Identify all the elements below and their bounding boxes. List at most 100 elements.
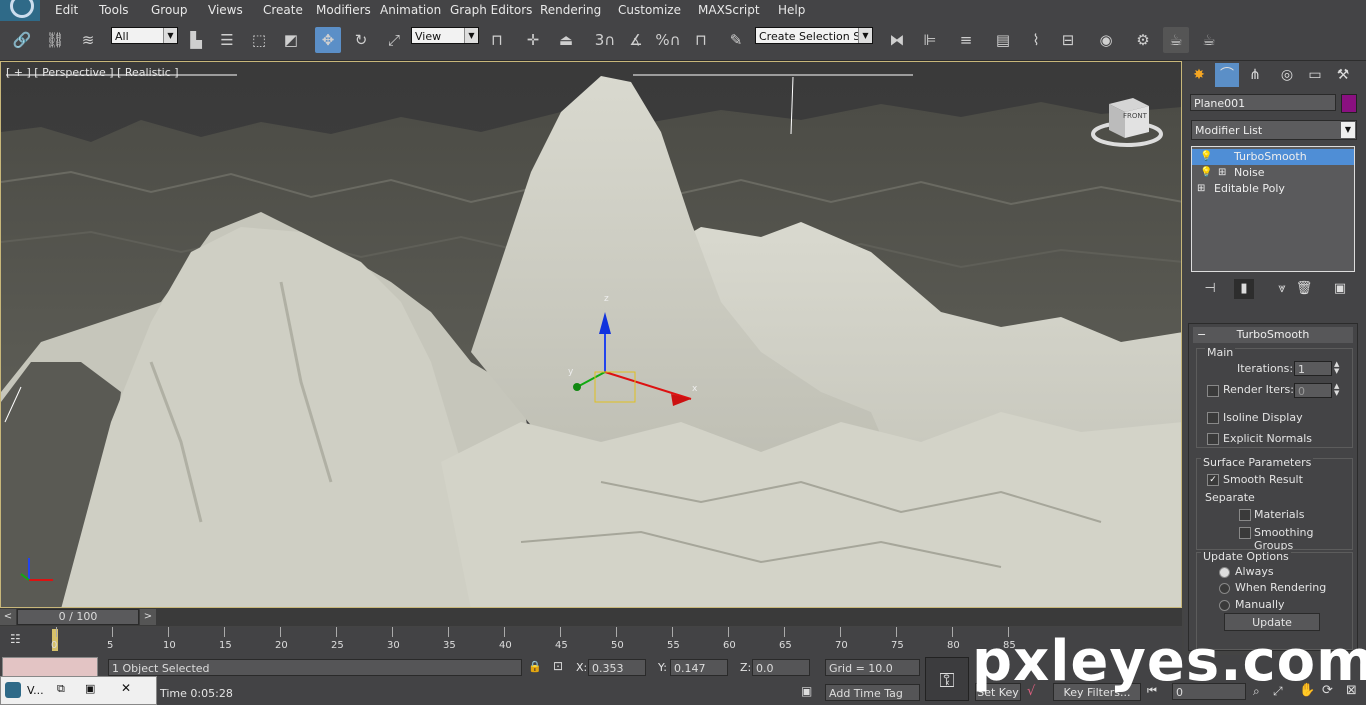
mirror-icon[interactable]: ⧓	[884, 27, 910, 53]
stack-item-editable-poly[interactable]: ⊞ Editable Poly	[1192, 181, 1354, 197]
menu-modifiers[interactable]: Modifiers	[316, 3, 371, 17]
select-by-name-icon[interactable]: ☰	[214, 27, 240, 53]
rectangular-selection-icon[interactable]: ⬚	[246, 27, 272, 53]
render-iters-spinner[interactable]: 0	[1294, 383, 1332, 398]
separate-materials-checkbox[interactable]	[1239, 509, 1251, 521]
menu-create[interactable]: Create	[263, 3, 303, 17]
selection-lock-icon[interactable]: 🔒	[528, 660, 542, 673]
x-coord-field[interactable]: 0.353	[588, 659, 646, 676]
iterations-spinner[interactable]: 1	[1294, 361, 1332, 376]
menu-edit[interactable]: Edit	[55, 3, 78, 17]
menu-help[interactable]: Help	[778, 3, 805, 17]
smooth-result-checkbox[interactable]: ✓	[1207, 474, 1219, 486]
object-color-swatch[interactable]	[1341, 94, 1357, 113]
reference-coordinate-select[interactable]: View ▼	[411, 27, 479, 44]
keyboard-shortcut-override-icon[interactable]: ⏏	[553, 27, 579, 53]
select-and-scale-icon[interactable]: ⤢	[381, 27, 407, 53]
edit-named-selection-icon[interactable]: ✎	[723, 27, 749, 53]
render-iters-checkbox[interactable]	[1207, 385, 1219, 397]
time-slider-thumb[interactable]: 0 / 100	[17, 609, 139, 625]
time-tag-icon[interactable]: ▣	[801, 684, 812, 698]
angle-snap-icon[interactable]: ∡	[623, 27, 649, 53]
close-icon[interactable]: ✕	[121, 681, 131, 695]
window-crossing-icon[interactable]: ◩	[278, 27, 304, 53]
menu-tools[interactable]: Tools	[99, 3, 129, 17]
update-when-rendering-radio[interactable]	[1219, 583, 1230, 594]
lightbulb-icon[interactable]: 💡	[1200, 165, 1212, 181]
spinner-snap-icon[interactable]: ⊓	[688, 27, 714, 53]
render-setup-icon[interactable]: ⚙	[1130, 27, 1156, 53]
lightbulb-icon[interactable]: 💡	[1200, 149, 1212, 165]
pivot-center-icon[interactable]: ⊓	[484, 27, 510, 53]
menu-rendering[interactable]: Rendering	[540, 3, 601, 17]
selection-filter-select[interactable]: All ▼	[111, 27, 178, 44]
show-end-result-icon[interactable]: ▮	[1234, 279, 1254, 299]
snaps-toggle-icon[interactable]: 3∩	[592, 27, 618, 53]
display-tab-icon[interactable]: ▭	[1303, 63, 1327, 87]
hierarchy-tab-icon[interactable]: ⋔	[1243, 63, 1267, 87]
menu-customize[interactable]: Customize	[618, 3, 681, 17]
time-slider-prev-button[interactable]: <	[0, 609, 16, 625]
motion-tab-icon[interactable]: ◎	[1275, 63, 1299, 87]
modify-tab-icon[interactable]: ⌒	[1215, 63, 1239, 87]
update-always-radio[interactable]	[1219, 567, 1230, 578]
viewport-label[interactable]: [ + ] [ Perspective ] [ Realistic ]	[6, 66, 179, 79]
pin-stack-icon[interactable]: ⊣	[1200, 279, 1220, 299]
separate-smoothing-groups-checkbox[interactable]	[1239, 527, 1251, 539]
percent-snap-icon[interactable]: %∩	[655, 27, 681, 53]
menu-group[interactable]: Group	[151, 3, 188, 17]
spinner-arrows-icon[interactable]: ▲ ▼	[1334, 383, 1339, 397]
menu-maxscript[interactable]: MAXScript	[698, 3, 760, 17]
configure-modifier-sets-icon[interactable]: ▣	[1330, 279, 1350, 299]
menu-animation[interactable]: Animation	[380, 3, 441, 17]
spinner-arrows-icon[interactable]: ▲ ▼	[1334, 361, 1339, 375]
perspective-viewport[interactable]: [ + ] [ Perspective ] [ Realistic ] FRON…	[0, 61, 1182, 608]
add-time-tag-field[interactable]: Add Time Tag	[825, 684, 920, 701]
maximize-icon[interactable]: ▣	[85, 682, 95, 695]
restore-icon[interactable]: ⧉	[57, 682, 65, 696]
select-and-link-icon[interactable]: 🔗	[9, 27, 35, 53]
schematic-view-icon[interactable]: ⊟	[1055, 27, 1081, 53]
named-selection-sets-select[interactable]: Create Selection Se ▼	[755, 27, 873, 44]
mini-curve-editor-icon[interactable]: ☷	[10, 632, 30, 648]
snaps-value: 3	[594, 31, 605, 49]
remove-modifier-icon[interactable]: 🗑	[1294, 279, 1314, 299]
align-icon[interactable]: ⊫	[917, 27, 943, 53]
application-button[interactable]	[0, 0, 40, 21]
create-tab-icon[interactable]: ✸	[1187, 63, 1211, 87]
layer-manager-icon[interactable]: ≡	[953, 27, 979, 53]
maxscript-listener-mini[interactable]	[2, 657, 98, 677]
update-manually-radio[interactable]	[1219, 600, 1230, 611]
material-editor-icon[interactable]: ◉	[1093, 27, 1119, 53]
graphite-ribbon-icon[interactable]: ▤	[990, 27, 1016, 53]
rendered-frame-window-icon[interactable]: ☕	[1163, 27, 1189, 53]
make-unique-icon[interactable]: ⩔	[1272, 279, 1292, 299]
stack-item-turbosmooth[interactable]: 💡 TurboSmooth	[1192, 149, 1354, 165]
time-slider[interactable]: < 0 / 100 >	[0, 608, 1182, 626]
y-coord-field[interactable]: 0.147	[670, 659, 728, 676]
unlink-icon[interactable]: ⛓	[42, 27, 68, 53]
explicit-normals-checkbox[interactable]	[1207, 433, 1219, 445]
stack-item-noise[interactable]: 💡 ⊞ Noise	[1192, 165, 1354, 181]
bind-to-space-warp-icon[interactable]: ≋	[75, 27, 101, 53]
expand-plus-icon[interactable]: ⊞	[1218, 165, 1226, 181]
curve-editor-icon[interactable]: ⌇	[1023, 27, 1049, 53]
time-slider-next-button[interactable]: >	[140, 609, 156, 625]
select-object-icon[interactable]: ▙	[183, 27, 209, 53]
z-coord-field[interactable]: 0.0	[752, 659, 810, 676]
menu-graph-editors[interactable]: Graph Editors	[450, 3, 532, 17]
menu-views[interactable]: Views	[208, 3, 243, 17]
object-name-field[interactable]: Plane001	[1190, 94, 1336, 111]
key-icon[interactable]: ⚿	[925, 657, 969, 701]
select-and-manipulate-icon[interactable]: ✛	[520, 27, 546, 53]
expand-plus-icon[interactable]: ⊞	[1197, 181, 1205, 197]
select-and-move-icon[interactable]: ✥	[315, 27, 341, 53]
modifier-list-dropdown[interactable]: Modifier List ▼	[1191, 120, 1357, 140]
rollout-title[interactable]: − TurboSmooth	[1193, 327, 1353, 343]
select-and-rotate-icon[interactable]: ↻	[348, 27, 374, 53]
utilities-tab-icon[interactable]: ⚒	[1331, 63, 1355, 87]
absolute-mode-transform-icon[interactable]: ⊡	[553, 659, 563, 673]
minimized-window[interactable]: V... ⧉ ▣ ✕	[0, 676, 157, 705]
isoline-display-checkbox[interactable]	[1207, 412, 1219, 424]
render-production-icon[interactable]: ☕	[1196, 27, 1222, 53]
